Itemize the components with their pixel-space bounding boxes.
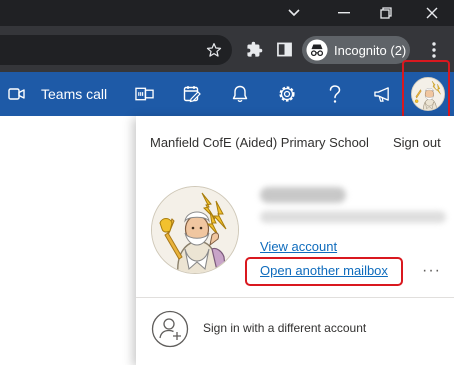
help-button[interactable] xyxy=(325,72,345,116)
my-day-button[interactable] xyxy=(181,72,203,116)
restore-button[interactable] xyxy=(364,0,408,26)
minimize-icon xyxy=(338,12,350,14)
minimize-button[interactable] xyxy=(322,0,366,26)
office-apps-button[interactable] xyxy=(133,72,155,116)
chevron-down-icon xyxy=(288,9,300,17)
tab-search-button[interactable] xyxy=(272,0,316,26)
zeus-avatar-large-icon xyxy=(152,187,238,273)
close-icon xyxy=(426,7,438,19)
side-panel-button[interactable] xyxy=(274,39,294,59)
account-display-name xyxy=(260,187,346,203)
address-bar[interactable] xyxy=(0,35,232,65)
settings-button[interactable] xyxy=(276,72,298,116)
add-account-button[interactable] xyxy=(151,310,189,348)
incognito-label: Incognito (2) xyxy=(334,42,407,58)
video-icon xyxy=(7,88,25,100)
more-options-button[interactable]: ··· xyxy=(422,262,441,280)
sign-in-different-account-link[interactable]: Sign in with a different account xyxy=(203,321,366,335)
account-email xyxy=(260,211,446,223)
incognito-indicator[interactable]: Incognito (2) xyxy=(302,36,410,64)
megaphone-icon xyxy=(373,86,389,102)
mail-list-area xyxy=(0,116,136,365)
add-person-icon xyxy=(151,310,189,348)
side-panel-icon xyxy=(276,42,292,56)
office-apps-icon xyxy=(134,87,154,101)
whats-new-button[interactable] xyxy=(371,72,393,116)
teams-call-button[interactable]: Teams call xyxy=(41,72,107,116)
star-icon xyxy=(206,43,222,57)
account-avatar-button[interactable] xyxy=(411,77,445,111)
teams-call-video-button[interactable] xyxy=(6,72,26,116)
notifications-button[interactable] xyxy=(229,72,251,116)
open-mailbox-highlight xyxy=(245,257,403,286)
extensions-button[interactable] xyxy=(243,38,265,60)
sign-out-link[interactable]: Sign out xyxy=(393,135,441,150)
account-avatar-large xyxy=(151,186,239,274)
puzzle-icon xyxy=(246,41,262,57)
gear-icon xyxy=(279,86,295,102)
incognito-icon xyxy=(306,39,328,61)
organization-name: Manfield CofE (Aided) Primary School xyxy=(150,135,369,150)
restore-icon xyxy=(380,7,392,19)
browser-menu-button[interactable] xyxy=(424,39,444,61)
close-window-button[interactable] xyxy=(410,0,454,26)
bookmark-star-button[interactable] xyxy=(204,40,224,60)
flyout-divider xyxy=(136,297,454,298)
kebab-menu-icon xyxy=(432,42,436,58)
view-account-link[interactable]: View account xyxy=(260,239,337,254)
help-icon xyxy=(329,84,341,103)
tasks-icon xyxy=(183,86,201,103)
bell-icon xyxy=(232,85,248,103)
